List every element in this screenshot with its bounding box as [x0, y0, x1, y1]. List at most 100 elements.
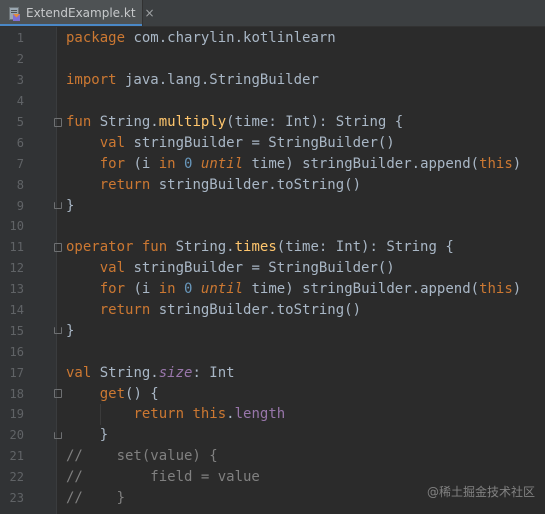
code-text: fun String.multiply(time: Int): String {: [66, 114, 403, 130]
code-line[interactable]: 2: [0, 49, 545, 70]
line-number: 15: [9, 323, 24, 338]
line-number: 9: [16, 198, 24, 213]
code-text: return stringBuilder.toString(): [66, 177, 361, 193]
line-number: 20: [9, 428, 24, 443]
code-line[interactable]: 1 package com.charylin.kotlinlearn: [0, 28, 545, 49]
line-number: 23: [9, 491, 24, 506]
line-number: 16: [9, 344, 24, 359]
line-number: 5: [16, 115, 24, 129]
code-token: stringBuilder = StringBuilder(): [125, 260, 395, 277]
editor-tab-bar: ExtendExample.kt ×: [0, 0, 545, 27]
code-token: in: [158, 281, 176, 298]
code-text: }: [66, 427, 108, 443]
code-line[interactable]: 15}: [0, 320, 545, 341]
code-token: com.charylin.kotlinlearn: [125, 30, 336, 47]
code-token: multiply: [158, 114, 227, 130]
code-line[interactable]: 11 operator fun String.times(time: Int): …: [0, 237, 545, 258]
code-text: // set(value) {: [66, 448, 218, 464]
code-token: this: [192, 406, 227, 423]
fold-end-icon[interactable]: [54, 327, 62, 335]
code-text: get() {: [66, 386, 159, 402]
active-tab-indicator: [0, 24, 142, 26]
code-token: this: [479, 155, 513, 172]
line-number: 17: [9, 365, 24, 380]
line-number: 18: [9, 386, 24, 401]
code-token: String.: [167, 239, 235, 256]
line-number: 7: [16, 156, 24, 171]
fold-start-icon[interactable]: [54, 242, 62, 252]
code-token: // }: [66, 490, 126, 507]
code-token: in: [158, 155, 176, 172]
code-line[interactable]: 20 }: [0, 425, 545, 446]
code-text: }: [66, 323, 74, 339]
code-token: stringBuilder.toString(): [150, 176, 362, 193]
code-token: }: [66, 197, 75, 214]
code-line[interactable]: 3 import java.lang.StringBuilder: [0, 70, 545, 91]
fold-start-icon[interactable]: [54, 117, 62, 127]
code-line[interactable]: 7 for (i in 0 until time) stringBuilder.…: [0, 153, 545, 174]
line-number: 12: [9, 261, 24, 276]
code-token: time) stringBuilder.append(: [243, 281, 480, 298]
code-editor[interactable]: ExtendExample.kt × 1 package com.charylin…: [0, 0, 545, 514]
code-token: String.: [91, 364, 159, 381]
code-token: (time: Int): String {: [226, 114, 404, 130]
code-line[interactable]: 9}: [0, 195, 545, 216]
code-line[interactable]: 14 return stringBuilder.toString(): [0, 300, 545, 321]
code-text: for (i in 0 until time) stringBuilder.ap…: [66, 155, 522, 172]
kotlin-file-icon: [9, 6, 21, 21]
line-number: 3: [16, 73, 24, 88]
line-number: 8: [16, 177, 24, 192]
line-number: 2: [16, 52, 24, 67]
code-text: // field = value: [66, 469, 260, 485]
code-token: (time: Int): String {: [276, 239, 454, 256]
fold-end-icon[interactable]: [54, 202, 62, 210]
code-line[interactable]: 8 return stringBuilder.toString(): [0, 174, 545, 195]
code-token: length: [234, 406, 286, 423]
code-line[interactable]: 21 // set(value) {: [0, 446, 545, 467]
code-token: (i: [125, 155, 159, 172]
code-text: return stringBuilder.toString(): [66, 302, 361, 318]
code-lines[interactable]: 1 package com.charylin.kotlinlearn 2 3 impor…: [0, 28, 545, 508]
code-line[interactable]: 12 val stringBuilder = StringBuilder(): [0, 258, 545, 279]
code-token: : Int: [192, 364, 235, 381]
code-token: for: [99, 155, 126, 172]
code-token: get: [99, 385, 126, 402]
code-line[interactable]: 17 val String.size: Int: [0, 362, 545, 383]
code-text: return this.length: [66, 406, 285, 422]
tab-extendexample[interactable]: ExtendExample.kt ×: [0, 0, 155, 26]
code-token: return: [99, 302, 151, 319]
fold-end-icon[interactable]: [54, 431, 62, 439]
fold-start-icon[interactable]: [54, 389, 62, 399]
code-token: ): [512, 281, 522, 298]
line-number: 11: [9, 240, 24, 255]
code-line[interactable]: 4: [0, 91, 545, 112]
line-number: 10: [9, 219, 24, 234]
code-line[interactable]: 10: [0, 216, 545, 237]
tab-filename: ExtendExample.kt: [26, 6, 136, 20]
line-number: 21: [9, 449, 24, 464]
code-token: val: [66, 364, 92, 381]
code-line[interactable]: 19 return this.length: [0, 404, 545, 425]
code-token: .: [226, 406, 235, 423]
code-text: import java.lang.StringBuilder: [66, 72, 319, 88]
watermark: @稀土掘金技术社区: [426, 485, 535, 499]
code-line[interactable]: 16: [0, 341, 545, 362]
code-token: // field = value: [66, 469, 260, 486]
code-token: stringBuilder.toString(): [150, 302, 362, 319]
code-line[interactable]: 13 for (i in 0 until time) stringBuilder…: [0, 279, 545, 300]
code-token: package: [66, 30, 126, 47]
code-line[interactable]: 5 fun String.multiply(time: Int): String …: [0, 112, 545, 133]
code-line[interactable]: 6 val stringBuilder = StringBuilder(): [0, 132, 545, 153]
close-tab-icon[interactable]: ×: [145, 7, 155, 19]
code-token: fun: [141, 239, 168, 256]
line-number: 22: [9, 470, 24, 485]
code-token: }: [66, 427, 109, 444]
code-line[interactable]: 18 get() {: [0, 383, 545, 404]
code-token: this: [479, 281, 513, 298]
